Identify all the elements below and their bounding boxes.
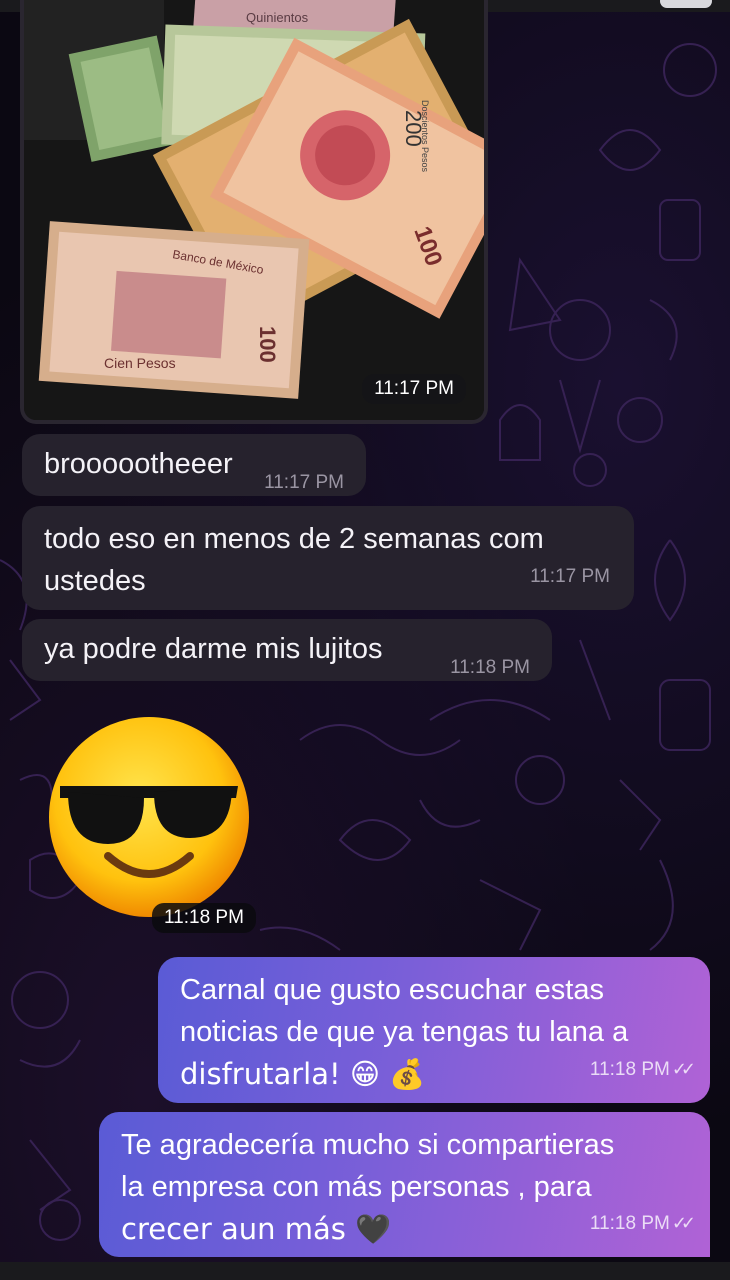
- note-label-cien-pesos: Cien Pesos: [104, 355, 176, 371]
- message-text-line: Te agradecería mucho si compartieras: [121, 1129, 615, 1161]
- message-text-line: noticias de que ya tengas tu lana a: [180, 1016, 629, 1048]
- read-receipt-icon: ✓✓: [671, 1059, 696, 1079]
- incoming-message[interactable]: broooootheeer 11:17 PM: [22, 434, 366, 496]
- message-text-line: todo eso en menos de 2 semanas com: [44, 523, 544, 555]
- outgoing-message[interactable]: Te agradecería mucho si compartieras la …: [99, 1112, 710, 1257]
- message-text: broooootheeer: [44, 448, 233, 480]
- message-time: 11:18 PM: [450, 657, 530, 678]
- message-time: 11:17 PM: [362, 374, 466, 404]
- svg-text:100: 100: [255, 326, 280, 363]
- outgoing-message[interactable]: Carnal que gusto escuchar estas noticias…: [158, 957, 710, 1103]
- message-text: ya podre darme mis lujitos: [44, 633, 383, 665]
- banknotes-photo[interactable]: Quinientos 200 Doscientos Pesos 100 Banc…: [24, 0, 484, 420]
- status-pill: [660, 0, 712, 8]
- incoming-message[interactable]: ya podre darme mis lujitos 11:18 PM: [22, 619, 552, 681]
- input-bar-edge: [0, 1262, 730, 1280]
- message-time: 11:17 PM: [530, 566, 610, 587]
- sunglasses-emoji-icon: [49, 717, 249, 917]
- incoming-message[interactable]: todo eso en menos de 2 semanas com usted…: [22, 506, 634, 610]
- sunglasses-emoji-sticker[interactable]: [46, 714, 252, 920]
- message-text-line: ustedes: [44, 565, 146, 597]
- message-time: 11:18 PM: [589, 1213, 670, 1234]
- note-label-quinientos: Quinientos: [246, 10, 309, 25]
- message-time: 11:18 PM: [152, 903, 256, 933]
- photo-message[interactable]: Quinientos 200 Doscientos Pesos 100 Banc…: [20, 0, 488, 424]
- read-receipt-icon: ✓✓: [671, 1213, 696, 1233]
- note-label-doscientos: Doscientos Pesos: [420, 100, 430, 173]
- message-time: 11:17 PM: [264, 472, 344, 493]
- message-text-line: Carnal que gusto escuchar estas: [180, 974, 604, 1006]
- message-time: 11:18 PM: [589, 1059, 670, 1080]
